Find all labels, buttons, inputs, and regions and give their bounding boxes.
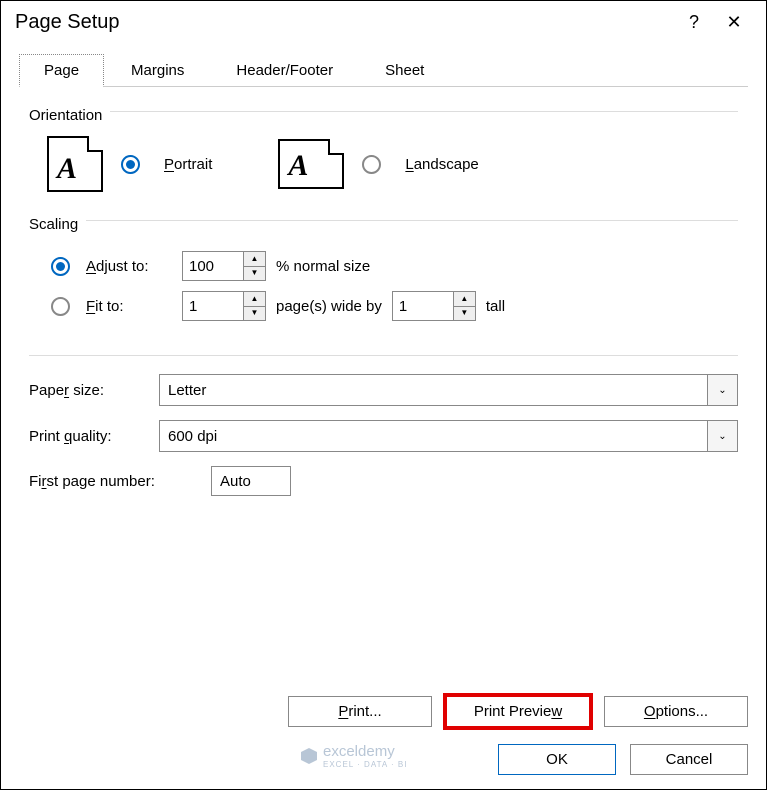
first-page-input[interactable] xyxy=(211,466,291,496)
watermark: exceldemy EXCEL · DATA · BI xyxy=(301,743,407,769)
cube-icon xyxy=(301,748,317,764)
fit-tall-input[interactable] xyxy=(393,292,453,320)
titlebar: Page Setup ? ✕ xyxy=(1,1,766,42)
paper-size-combo[interactable]: ⌄ xyxy=(159,374,738,406)
divider xyxy=(29,355,738,356)
tab-page[interactable]: Page xyxy=(19,54,104,87)
watermark-brand: exceldemy xyxy=(323,743,395,760)
print-button[interactable]: Print... xyxy=(288,696,432,727)
landscape-radio[interactable] xyxy=(362,155,381,174)
adjust-to-label: Adjust to: xyxy=(86,258,172,275)
spin-up-icon[interactable]: ▲ xyxy=(244,252,265,267)
orientation-group-header: Orientation xyxy=(29,101,738,128)
tab-margins[interactable]: Margins xyxy=(106,54,209,87)
portrait-icon xyxy=(47,136,103,192)
cancel-button[interactable]: Cancel xyxy=(630,744,748,775)
fit-to-label: Fit to: xyxy=(86,298,172,315)
print-quality-input[interactable] xyxy=(160,421,707,451)
dialog-buttons-row: OK Cancel xyxy=(498,744,748,775)
fit-tall-spinner[interactable]: ▲▼ xyxy=(392,291,476,321)
print-quality-label: Print quality: xyxy=(29,428,147,445)
help-button[interactable]: ? xyxy=(674,12,714,33)
watermark-sub: EXCEL · DATA · BI xyxy=(323,760,407,769)
fit-tall-suffix: tall xyxy=(486,298,505,315)
first-page-label: First page number: xyxy=(29,473,199,490)
spin-up-icon[interactable]: ▲ xyxy=(244,292,265,307)
fit-wide-input[interactable] xyxy=(183,292,243,320)
chevron-down-icon[interactable]: ⌄ xyxy=(707,421,737,451)
close-button[interactable]: ✕ xyxy=(714,12,754,33)
landscape-label: Landscape xyxy=(405,156,478,173)
fit-wide-spinner[interactable]: ▲▼ xyxy=(182,291,266,321)
orientation-label: Orientation xyxy=(29,107,102,124)
tab-header-footer[interactable]: Header/Footer xyxy=(211,54,358,87)
fit-mid-label: page(s) wide by xyxy=(276,298,382,315)
spin-down-icon[interactable]: ▼ xyxy=(244,307,265,321)
adjust-to-input[interactable] xyxy=(183,252,243,280)
first-page-row: First page number: xyxy=(29,466,738,496)
adjust-to-spinner[interactable]: ▲▼ xyxy=(182,251,266,281)
tab-panel: Orientation Portrait Landscape Scaling A… xyxy=(19,86,748,496)
divider xyxy=(86,220,738,221)
print-quality-row: Print quality: ⌄ xyxy=(29,420,738,452)
spin-up-icon[interactable]: ▲ xyxy=(454,292,475,307)
chevron-down-icon[interactable]: ⌄ xyxy=(707,375,737,405)
spin-down-icon[interactable]: ▼ xyxy=(244,267,265,281)
tab-sheet[interactable]: Sheet xyxy=(360,54,449,87)
adjust-to-radio[interactable] xyxy=(51,257,70,276)
scaling-group-header: Scaling xyxy=(29,210,738,237)
fit-to-radio[interactable] xyxy=(51,297,70,316)
scaling-group: Adjust to: ▲▼ % normal size Fit to: ▲▼ p… xyxy=(29,237,738,345)
paper-size-row: Paper size: ⌄ xyxy=(29,374,738,406)
portrait-radio[interactable] xyxy=(121,155,140,174)
paper-size-input[interactable] xyxy=(160,375,707,405)
spin-down-icon[interactable]: ▼ xyxy=(454,307,475,321)
adjust-to-suffix: % normal size xyxy=(276,258,370,275)
portrait-label: Portrait xyxy=(164,156,212,173)
action-buttons-row: Print... Print Preview Options... xyxy=(288,696,748,727)
paper-size-label: Paper size: xyxy=(29,382,147,399)
dialog-title: Page Setup xyxy=(15,11,674,34)
orientation-row: Portrait Landscape xyxy=(29,128,738,210)
landscape-icon xyxy=(278,139,344,189)
print-quality-combo[interactable]: ⌄ xyxy=(159,420,738,452)
ok-button[interactable]: OK xyxy=(498,744,616,775)
scaling-label: Scaling xyxy=(29,216,78,233)
options-button[interactable]: Options... xyxy=(604,696,748,727)
tab-strip: Page Margins Header/Footer Sheet xyxy=(1,42,766,87)
divider xyxy=(110,111,738,112)
print-preview-button[interactable]: Print Preview xyxy=(446,696,590,727)
